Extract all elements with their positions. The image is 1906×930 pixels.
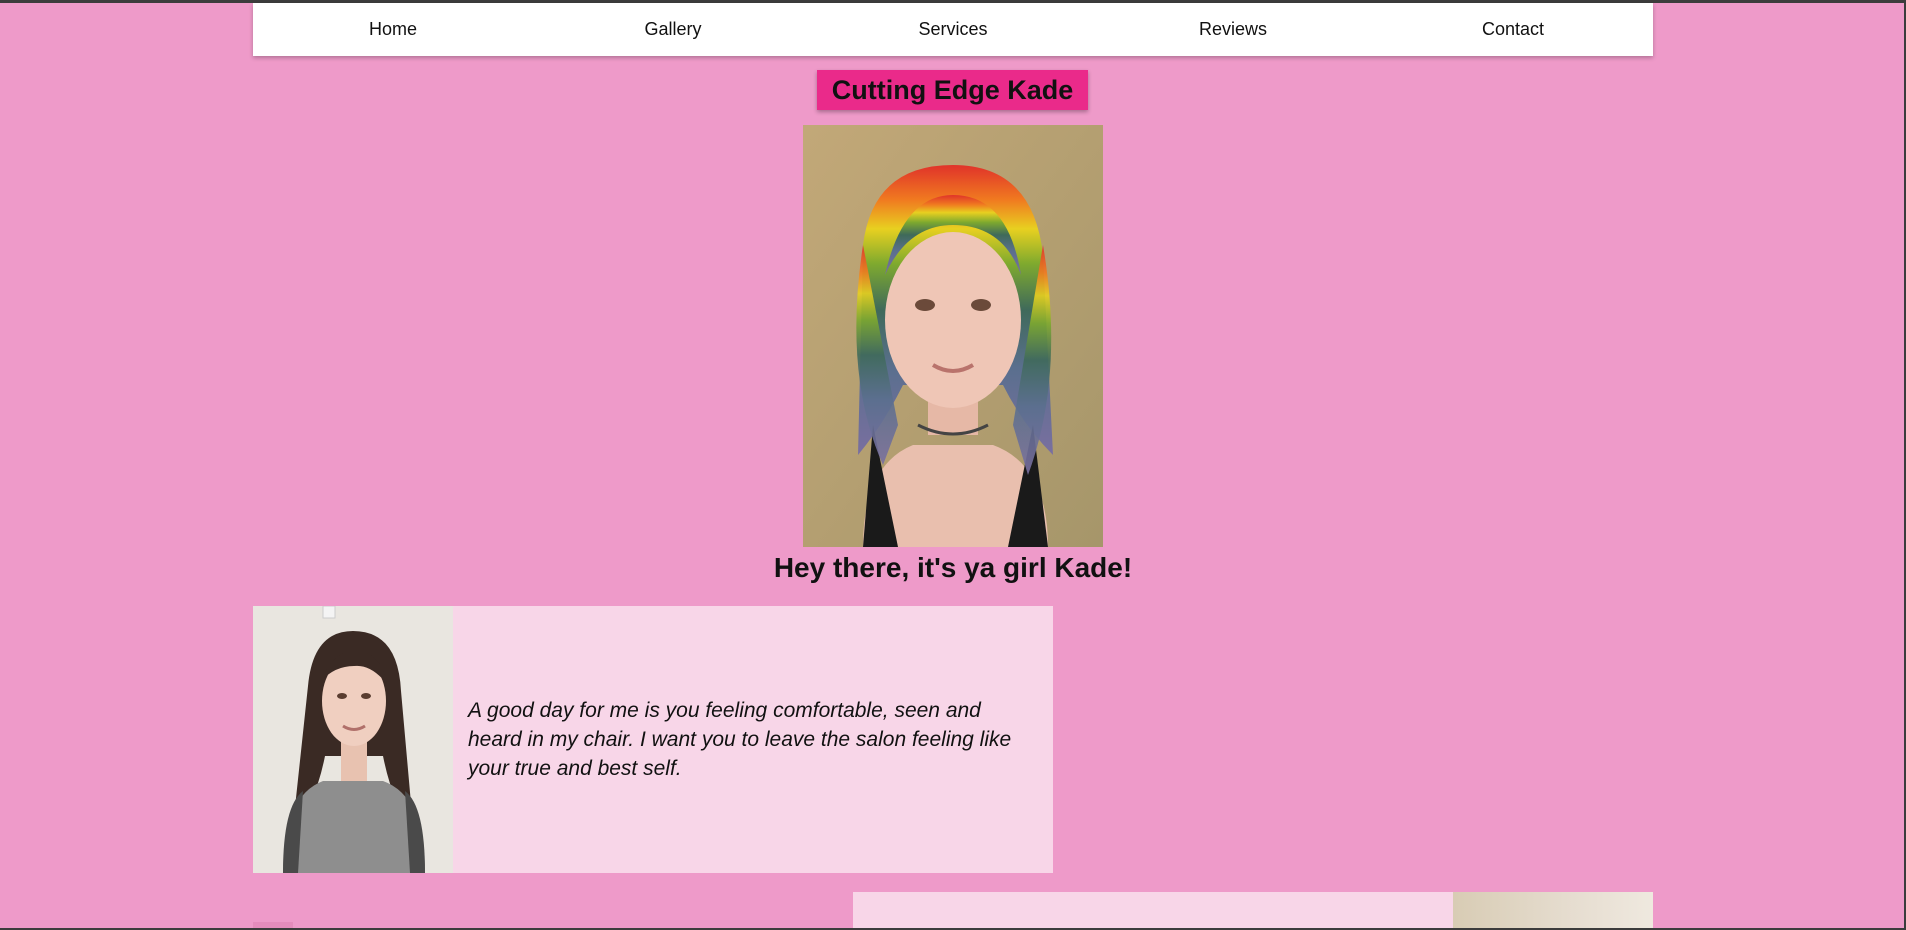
second-card-photo (1453, 892, 1653, 928)
client-portrait-photo (253, 606, 453, 873)
stylist-portrait-photo (803, 125, 1103, 547)
greeting-heading: Hey there, it's ya girl Kade! (773, 552, 1133, 583)
about-card: A good day for me is you feeling comfort… (253, 606, 1053, 873)
nav-item-home[interactable]: Home (253, 3, 533, 56)
second-card (853, 892, 1453, 928)
nav-item-gallery[interactable]: Gallery (533, 3, 813, 56)
site-title-badge: Cutting Edge Kade (817, 70, 1088, 110)
top-navigation-bar: Home Gallery Services Reviews Contact (253, 3, 1653, 56)
nav-item-reviews[interactable]: Reviews (1093, 3, 1373, 56)
nav-item-contact[interactable]: Contact (1373, 3, 1653, 56)
partial-element (253, 922, 293, 928)
site-title: Cutting Edge Kade (831, 74, 1074, 105)
about-quote: A good day for me is you feeling comfort… (468, 699, 1012, 780)
nav-item-services[interactable]: Services (813, 3, 1093, 56)
